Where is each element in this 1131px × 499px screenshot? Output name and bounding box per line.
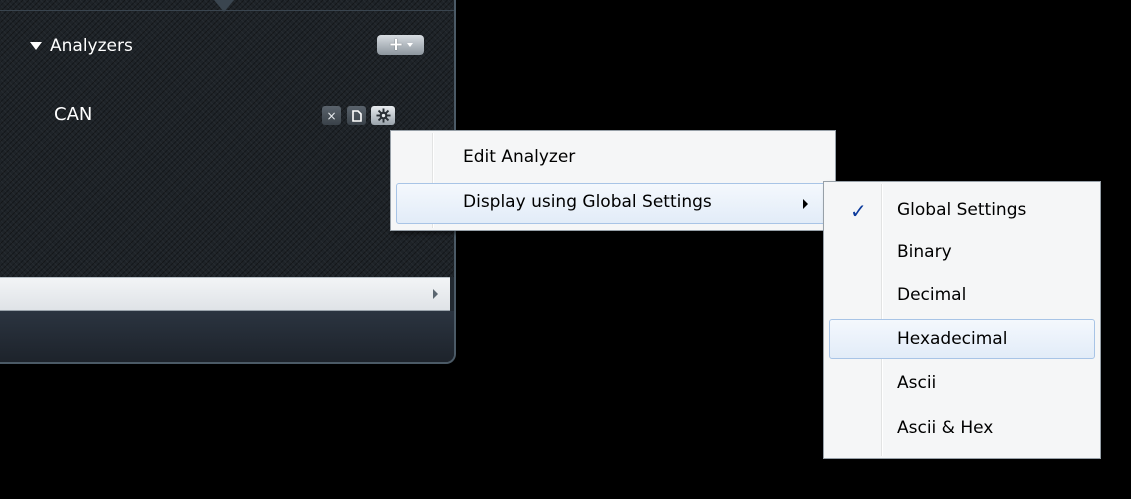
chevron-right-icon — [803, 198, 808, 209]
display-format-submenu: ✓ Global Settings Binary Decimal Hexadec… — [823, 181, 1101, 459]
add-analyzer-button[interactable]: + — [377, 35, 424, 55]
submenu-item-label: Decimal — [897, 285, 967, 305]
submenu-item-binary[interactable]: Binary — [829, 232, 1095, 272]
submenu-item-label: Binary — [897, 242, 952, 262]
arrow-right-icon[interactable] — [433, 289, 438, 299]
analyzer-name: CAN — [54, 104, 93, 125]
submenu-item-global-settings[interactable]: ✓ Global Settings — [829, 190, 1095, 230]
analyzer-row: CAN × — [0, 98, 454, 138]
triangle-down-icon — [30, 42, 42, 50]
panel-notch — [214, 0, 234, 14]
submenu-item-label: Ascii & Hex — [897, 418, 994, 438]
submenu-item-ascii-hex[interactable]: Ascii & Hex — [829, 408, 1095, 448]
submenu-item-label: Hexadecimal — [897, 329, 1008, 349]
menu-item-edit-analyzer[interactable]: Edit Analyzer — [394, 140, 832, 176]
close-icon: × — [326, 108, 337, 123]
analyzer-settings-button[interactable] — [371, 106, 395, 125]
screen: Analyzers + CAN × Edit Analyzer Display … — [0, 0, 1131, 499]
submenu-item-label: Global Settings — [897, 200, 1027, 220]
copy-icon — [352, 109, 362, 122]
submenu-item-label: Ascii — [897, 373, 937, 393]
menu-item-label: Edit Analyzer — [463, 147, 576, 167]
horizontal-scrollbar[interactable] — [0, 277, 450, 311]
analyzers-section-header[interactable]: Analyzers — [30, 33, 133, 59]
menu-item-label: Display using Global Settings — [463, 192, 712, 212]
checkmark-icon: ✓ — [850, 199, 867, 223]
submenu-item-decimal[interactable]: Decimal — [829, 275, 1095, 315]
analyzers-section-title: Analyzers — [50, 36, 133, 56]
remove-analyzer-button[interactable]: × — [322, 106, 341, 125]
gear-icon — [375, 108, 391, 123]
analyzer-context-menu: Edit Analyzer Display using Global Setti… — [390, 130, 836, 231]
menu-item-display-settings[interactable]: Display using Global Settings — [396, 183, 832, 224]
chevron-down-icon — [406, 43, 413, 47]
plus-icon: + — [388, 34, 404, 55]
panel-footer — [0, 311, 454, 362]
submenu-item-hexadecimal[interactable]: Hexadecimal — [829, 319, 1095, 359]
copy-analyzer-button[interactable] — [347, 106, 366, 125]
submenu-item-ascii[interactable]: Ascii — [829, 363, 1095, 403]
analyzer-panel: Analyzers + CAN × — [0, 0, 456, 364]
